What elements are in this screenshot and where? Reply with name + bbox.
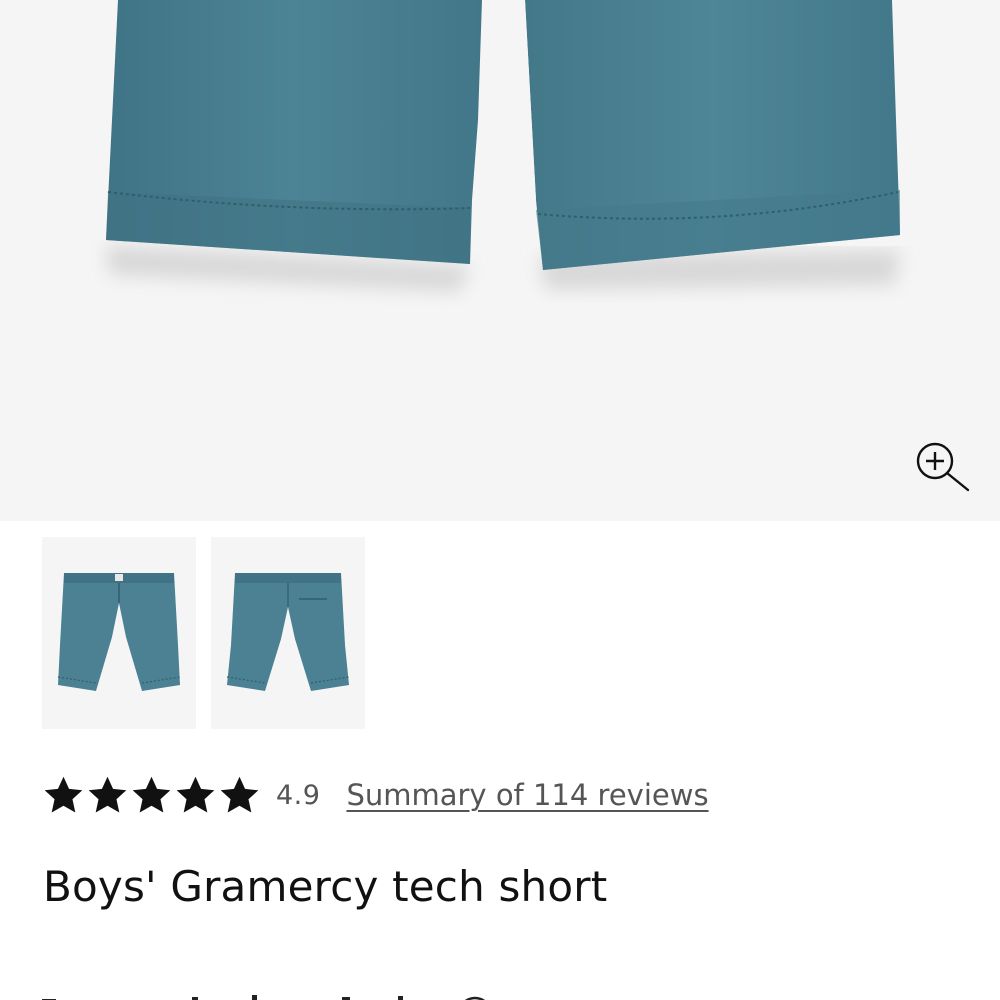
shorts-front-thumbnail bbox=[57, 573, 181, 691]
product-page: 4.9 Summary of 114 reviews Boys' Gramerc… bbox=[0, 0, 1000, 1000]
star-icon bbox=[132, 776, 171, 813]
zoom-button[interactable] bbox=[910, 436, 974, 496]
star-rating bbox=[42, 774, 262, 817]
rating-row: 4.9 Summary of 114 reviews bbox=[42, 770, 709, 820]
star-icon bbox=[176, 776, 215, 813]
star-icon bbox=[220, 776, 259, 813]
product-main-image[interactable] bbox=[0, 0, 1000, 521]
thumbnail-front[interactable] bbox=[42, 537, 196, 729]
star-icon bbox=[88, 776, 127, 813]
thumbnail-back[interactable] bbox=[211, 537, 365, 729]
reviews-summary-link[interactable]: Summary of 114 reviews bbox=[346, 778, 708, 812]
product-title: Boys' Gramercy tech short bbox=[43, 862, 608, 911]
rating-value: 4.9 bbox=[276, 779, 321, 811]
shorts-back-thumbnail bbox=[226, 573, 350, 691]
shorts-image bbox=[105, 0, 900, 292]
clipped-content bbox=[42, 985, 642, 1000]
thumbnail-strip bbox=[42, 537, 372, 733]
star-icon bbox=[44, 776, 83, 813]
clipped-text-fragment bbox=[42, 995, 486, 1000]
zoom-in-icon bbox=[916, 442, 970, 492]
